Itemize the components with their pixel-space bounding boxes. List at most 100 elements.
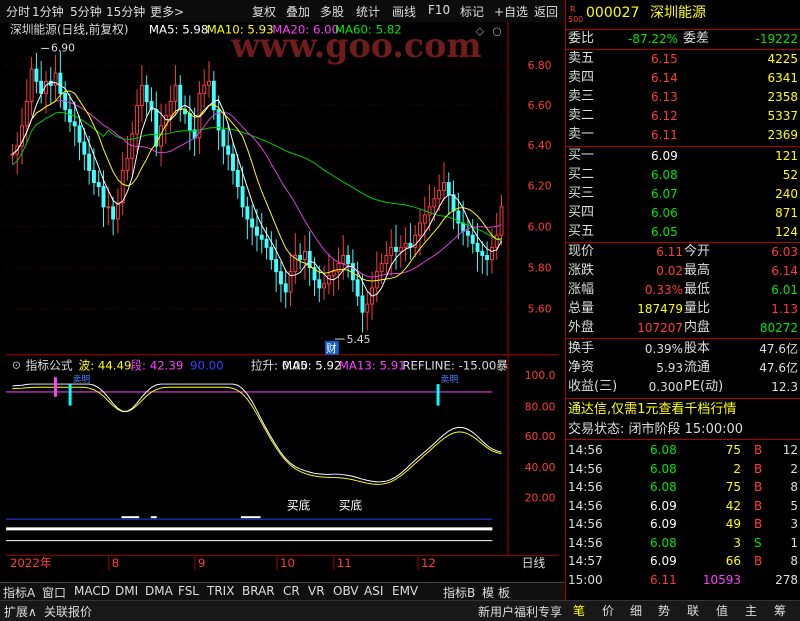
- tab-obv[interactable]: OBV: [333, 584, 359, 598]
- x-axis-label: 11: [337, 556, 352, 570]
- tab-dma[interactable]: DMA: [145, 584, 173, 598]
- toolbar-item-fuquan[interactable]: 复权: [252, 3, 276, 20]
- tick-price: 6.09: [650, 517, 677, 531]
- toolbar-item-5min[interactable]: 5分钟: [70, 3, 102, 20]
- tick-count: 1: [790, 535, 798, 550]
- trade-status: 交易状态: 闭市阶段 15:00:00: [568, 422, 744, 437]
- x-axis-label: 9: [198, 556, 205, 570]
- period-label[interactable]: 日线: [522, 556, 546, 570]
- indicator-collapse-icon[interactable]: ⊙: [12, 358, 21, 371]
- weicha-label: 委差: [683, 31, 710, 46]
- tick-count: 5: [790, 498, 798, 513]
- tab-main[interactable]: 主: [745, 602, 757, 619]
- toolbar-item-back[interactable]: 返回: [534, 3, 558, 20]
- toolbar-item-multi[interactable]: 多股: [320, 3, 344, 20]
- tab-related[interactable]: 联: [687, 602, 699, 619]
- tick-time: 14:57: [568, 554, 603, 568]
- sell-signal-label: 卖明: [73, 374, 91, 385]
- tick-count: 8: [790, 480, 798, 494]
- tab-trix[interactable]: TRIX: [207, 584, 234, 598]
- toolbar-item-f10[interactable]: F10: [428, 3, 450, 17]
- tab-indicator-b[interactable]: 指标B: [443, 584, 475, 601]
- quote-value: 6.14: [771, 264, 798, 278]
- tab-indicator-a[interactable]: 指标A: [3, 584, 35, 601]
- settings-icon[interactable]: ○: [492, 25, 501, 38]
- toolbar-item-fenshi[interactable]: 分时: [6, 3, 30, 20]
- tick-volume: 75: [725, 480, 741, 494]
- tick-volume: 10593: [702, 572, 741, 587]
- tick-direction: B: [754, 480, 763, 494]
- ask-volume: 4225: [767, 52, 798, 66]
- kline-chart[interactable]: 6.80 6.60 6.40 6.20 6.00 5.80 5.60 深圳能源(…: [0, 22, 565, 570]
- tab-dmi[interactable]: DMI: [115, 584, 138, 598]
- ad-banner[interactable]: 通达信,仅需1元查看千档行情: [568, 401, 736, 419]
- ask-volume: 6341: [767, 71, 798, 85]
- indicator-tabs: 指标A 窗口 MACD DMI DMA FSL TRIX BRAR CR VR …: [0, 582, 565, 601]
- price-tick: 6.60: [528, 99, 552, 112]
- tab-window[interactable]: 窗口: [42, 584, 66, 601]
- toolbar-item-draw[interactable]: 画线: [392, 3, 416, 20]
- toolbar-item-more[interactable]: 更多>: [150, 3, 184, 20]
- finance-label: 收益(三): [568, 379, 618, 394]
- new-user-benefit-link[interactable]: 新用户福利专享: [478, 603, 562, 620]
- tab-emv[interactable]: EMV: [392, 584, 418, 598]
- tab-trend[interactable]: 势: [658, 602, 670, 619]
- toolbar-item-overlay[interactable]: 叠加: [286, 3, 310, 20]
- finance-marker[interactable]: 财: [326, 342, 337, 355]
- toolbar-item-stats[interactable]: 统计: [356, 3, 380, 20]
- tab-asi[interactable]: ASI: [364, 584, 383, 598]
- sell-signal-label: 卖明: [441, 374, 459, 385]
- tab-fsl[interactable]: FSL: [178, 584, 199, 598]
- tab-board[interactable]: 板: [498, 584, 510, 601]
- quote-row: 外盘 107207 内盘 80272: [566, 319, 800, 337]
- indicator-90: 90.00: [190, 358, 224, 372]
- toolbar-item-mark[interactable]: 标记: [460, 3, 484, 20]
- quote-row: 买二 6.08 52: [566, 166, 800, 184]
- tick-count: 3: [790, 517, 798, 531]
- quote-row: 买三 6.07 240: [566, 185, 800, 203]
- tab-chips[interactable]: 筹: [774, 602, 786, 619]
- finance-value: 12.3: [771, 380, 798, 394]
- toolbar-item-15min[interactable]: 15分钟: [106, 3, 145, 20]
- quote-row: 14:56 6.09 49 B 3: [566, 515, 800, 533]
- finance-value: 0.300: [648, 380, 683, 394]
- toolbar-item-1min[interactable]: 1分钟: [32, 3, 64, 20]
- tick-direction: B: [754, 443, 763, 457]
- tick-time: 14:56: [568, 443, 603, 457]
- quote-value: 80272: [759, 321, 798, 335]
- tab-brar[interactable]: BRAR: [242, 584, 275, 598]
- tick-price: 6.09: [650, 554, 677, 568]
- quote-value: 187479: [637, 302, 683, 316]
- tick-volume: 42: [725, 498, 741, 513]
- related-quote-button[interactable]: 关联报价: [44, 603, 92, 620]
- tab-value[interactable]: 值: [716, 602, 728, 619]
- expand-button[interactable]: 扩展∧: [4, 603, 37, 620]
- tab-price[interactable]: 价: [602, 602, 614, 619]
- bid-volume: 121: [775, 149, 798, 163]
- price-tick: 6.80: [528, 59, 552, 72]
- indicator-scale: 60.00: [525, 430, 556, 443]
- indicator-refline: REFLINE: -15.00: [402, 358, 496, 372]
- ask-volume: 2369: [767, 128, 798, 142]
- buy-signal-label: 买底: [339, 498, 363, 512]
- quote-label: 今开: [684, 244, 711, 259]
- quote-row: 买一 6.09 121: [566, 147, 800, 165]
- quote-label: 内盘: [684, 320, 711, 335]
- tab-cr[interactable]: CR: [283, 584, 300, 598]
- tab-trades[interactable]: 笔: [573, 602, 585, 619]
- bid-volume: 871: [775, 206, 798, 220]
- weibi-label: 委比: [568, 31, 595, 46]
- tab-macd[interactable]: MACD: [74, 584, 110, 598]
- ask-price: 6.13: [651, 90, 678, 104]
- quote-row: 总量 187479 量比 1.13: [566, 300, 800, 318]
- tab-vr[interactable]: VR: [308, 584, 325, 598]
- tab-template[interactable]: 模: [482, 584, 494, 601]
- quote-value: 6.11: [656, 245, 683, 259]
- toolbar-item-watchlist[interactable]: +自选: [494, 3, 528, 20]
- quote-row: 14:56 6.08 2 B 2: [566, 460, 800, 478]
- indicator-ma5: MA5: 5.92: [282, 358, 341, 372]
- tick-direction: S: [754, 535, 762, 550]
- finance-label: PE(动): [684, 379, 724, 394]
- indicator-bo: 波: 44.49: [78, 358, 131, 372]
- tab-detail[interactable]: 细: [630, 602, 642, 619]
